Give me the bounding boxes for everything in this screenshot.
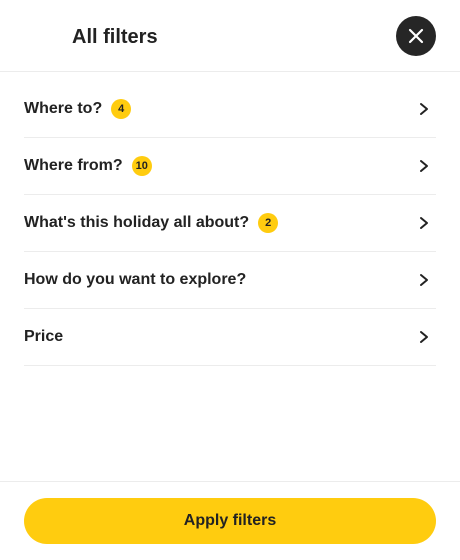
close-icon: [408, 28, 424, 44]
filter-row-explore-style[interactable]: How do you want to explore?: [24, 252, 436, 309]
filter-label: Price: [24, 328, 64, 345]
filter-row-where-to[interactable]: Where to? 4: [24, 81, 436, 138]
filter-row-where-from[interactable]: Where from? 10: [24, 138, 436, 195]
chevron-right-icon: [420, 103, 428, 115]
filter-count-badge: 4: [111, 99, 132, 119]
chevron-right-icon: [420, 160, 428, 172]
filter-list: Where to? 4 Where from? 10 What's this h…: [24, 81, 436, 366]
all-filters-panel: All filters Where to? 4 Where from? 10 W…: [0, 0, 460, 560]
apply-filters-button[interactable]: Apply filters: [24, 498, 436, 544]
filter-row-holiday-type[interactable]: What's this holiday all about? 2: [24, 195, 436, 252]
filter-row-price[interactable]: Price: [24, 309, 436, 366]
panel-header: All filters: [0, 0, 460, 72]
page-title: All filters: [72, 26, 158, 48]
chevron-right-icon: [420, 274, 428, 286]
filter-label: What's this holiday all about?: [24, 214, 250, 231]
chevron-right-icon: [420, 217, 428, 229]
filter-count-badge: 10: [131, 156, 152, 176]
filter-count-badge: 2: [258, 213, 279, 233]
filter-label: Where from?: [24, 157, 123, 174]
filter-label: Where to?: [24, 100, 103, 117]
panel-footer: Apply filters: [0, 481, 460, 560]
chevron-right-icon: [420, 331, 428, 343]
close-button[interactable]: [396, 16, 436, 56]
filter-label: How do you want to explore?: [24, 271, 247, 288]
